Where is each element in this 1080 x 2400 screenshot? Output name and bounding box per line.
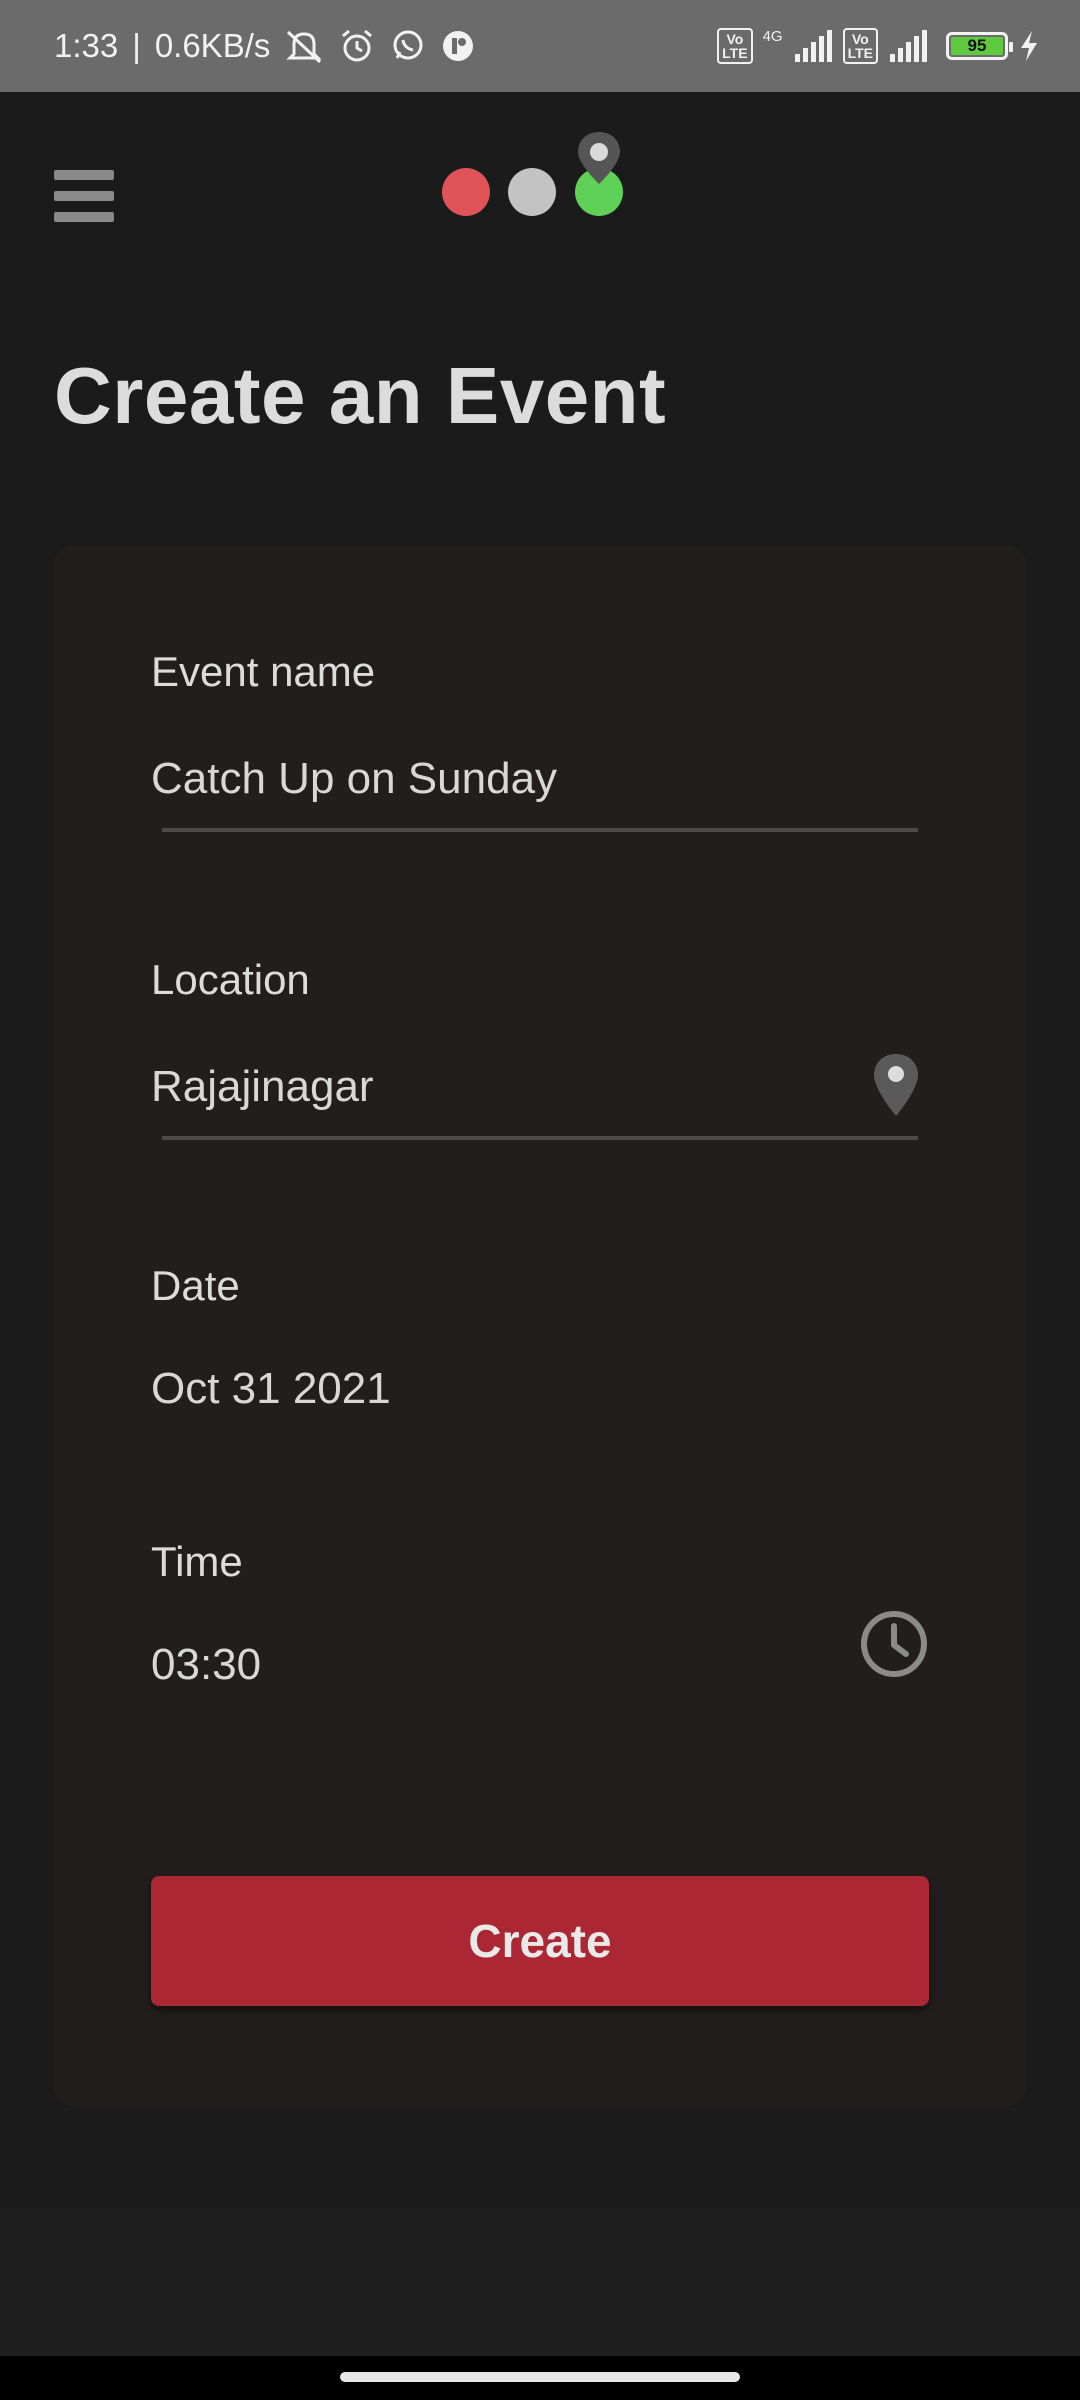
time-value: 03:30 xyxy=(151,1640,262,1689)
hamburger-menu-icon[interactable] xyxy=(54,170,114,222)
date-input[interactable]: Oct 31 2021 xyxy=(151,1346,931,1436)
event-form-card: Event name Catch Up on Sunday Location R… xyxy=(54,546,1026,2106)
app-notification-icon xyxy=(440,28,476,64)
volte-icon: Vo LTE xyxy=(717,28,753,64)
mute-icon xyxy=(284,28,324,64)
signal-icon-2 xyxy=(888,30,936,62)
location-underline xyxy=(162,1136,918,1140)
menu-line xyxy=(54,170,114,180)
status-left: 1:33 | 0.6KB/s xyxy=(54,27,476,65)
navigation-bar xyxy=(0,2356,1080,2400)
whatsapp-icon xyxy=(390,28,426,64)
status-right: Vo LTE 4G Vo LTE 95 xyxy=(717,28,1040,64)
date-label: Date xyxy=(151,1262,240,1309)
page-title: Create an Event xyxy=(54,351,667,440)
location-input[interactable]: Rajajinagar xyxy=(151,1044,931,1134)
battery-level: 95 xyxy=(951,36,1003,55)
app-logo xyxy=(440,132,630,232)
time-input[interactable]: 03:30 xyxy=(151,1622,831,1712)
status-network-speed: 0.6KB/s xyxy=(154,27,271,64)
event-name-underline xyxy=(162,828,918,832)
location-label: Location xyxy=(151,956,310,1003)
time-label: Time xyxy=(151,1538,243,1585)
menu-line xyxy=(54,191,114,201)
status-separator: | xyxy=(132,27,141,64)
app-bar xyxy=(0,92,1080,282)
alarm-icon xyxy=(338,27,376,65)
status-time: 1:33 xyxy=(54,27,119,64)
event-name-label: Event name xyxy=(151,648,376,695)
battery-icon: 95 xyxy=(946,32,1013,60)
date-value: Oct 31 2021 xyxy=(151,1364,391,1413)
charging-icon xyxy=(1018,30,1040,62)
event-name-input[interactable]: Catch Up on Sunday xyxy=(151,736,931,826)
clock-icon[interactable] xyxy=(860,1610,928,1678)
bottom-area xyxy=(0,2208,1080,2356)
create-button[interactable]: Create xyxy=(151,1876,929,2006)
location-pin-icon[interactable] xyxy=(874,1054,918,1116)
volte-icon-2: Vo LTE xyxy=(842,28,878,64)
signal-icon xyxy=(793,30,833,62)
event-name-value: Catch Up on Sunday xyxy=(151,754,558,803)
status-bar: 1:33 | 0.6KB/s Vo LTE 4G Vo LTE 95 xyxy=(0,0,1080,92)
home-indicator[interactable] xyxy=(340,2372,740,2382)
location-value: Rajajinagar xyxy=(151,1062,374,1111)
network-type: 4G xyxy=(762,28,783,45)
menu-line xyxy=(54,212,114,222)
